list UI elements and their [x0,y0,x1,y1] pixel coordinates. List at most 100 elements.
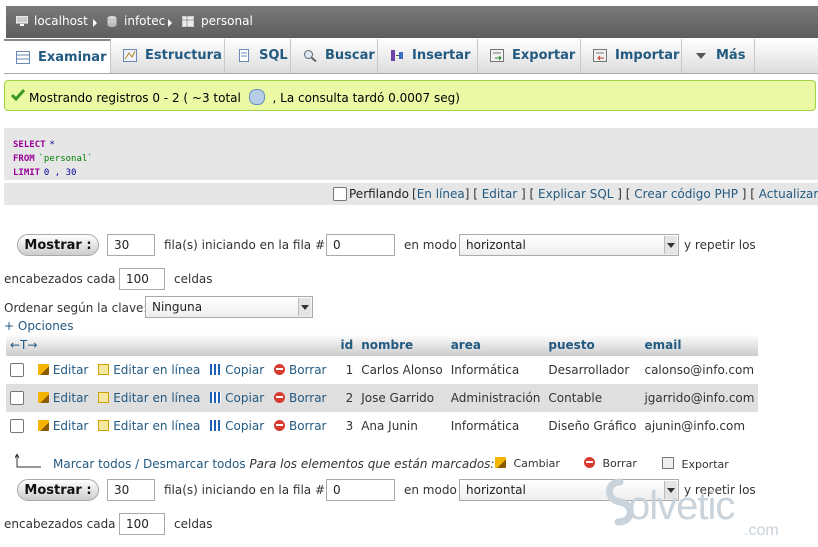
bulk-delete-button[interactable]: Borrar [584,457,637,470]
column-header-id[interactable]: id [336,334,358,356]
link-inline[interactable]: En línea [417,187,465,201]
headers-every-input-bottom[interactable]: 100 [119,513,165,535]
cell-nombre[interactable]: Ana Junin [357,412,447,440]
column-header-puesto[interactable]: puesto [544,334,641,356]
cell-puesto[interactable]: Diseño Gráfico [544,412,641,440]
cell-id[interactable]: 3 [336,412,358,440]
cell-email[interactable]: calonso@info.com [640,356,759,384]
cells-label: celdas [174,272,213,286]
show-button[interactable]: Mostrar : [17,234,99,256]
column-header-area[interactable]: area [446,334,545,356]
mode-select[interactable]: horizontal [459,234,679,256]
help-icon[interactable] [248,89,265,105]
cell-puesto[interactable]: Desarrollador [544,356,641,384]
cell-id[interactable]: 1 [336,356,358,384]
delete-action[interactable]: Borrar [273,391,327,405]
rows-label-bottom: fila(s) iniciando en la fila # [164,483,326,497]
column-header-email[interactable]: email [640,334,759,356]
copy-action[interactable]: Copiar [210,419,264,433]
edit-inline-icon [98,363,110,375]
cell-area[interactable]: Informática [446,356,545,384]
tab-estructura[interactable]: Estructura [111,39,225,73]
cell-id[interactable]: 2 [336,384,358,412]
options-link[interactable]: + Opciones [4,319,73,333]
cell-email[interactable]: jgarrido@info.com [640,384,759,412]
solvetic-watermark-logo: olvetic .com [598,472,798,544]
dropdown-arrow-icon [664,236,677,254]
headers-every-input[interactable]: 100 [119,268,165,290]
sort-key-select[interactable]: Ninguna [145,296,313,318]
edit-action[interactable]: Editar [37,391,88,405]
link-create-php[interactable]: Crear código PHP [634,187,738,201]
column-header-nombre[interactable]: nombre [357,334,447,356]
link-edit[interactable]: Editar [482,187,518,201]
copy-action[interactable]: Copiar [210,391,264,405]
delete-action[interactable]: Borrar [273,419,327,433]
breadcrumb-server[interactable]: localhost [34,14,88,28]
edit-action[interactable]: Editar [37,419,88,433]
rows-count-input[interactable]: 30 [107,234,155,256]
delete-action[interactable]: Borrar [273,363,327,377]
bulk-change-button[interactable]: Cambiar [495,457,560,470]
mode-label-bottom: en modo [404,483,457,497]
link-refresh[interactable]: Actualizar [759,187,818,201]
table-row: Editar Editar en línea Copiar Borrar 2 J… [6,384,759,412]
expand-columns-icon[interactable]: ←T→ [10,338,37,352]
table-row: Editar Editar en línea Copiar Borrar 3 A… [6,412,759,440]
edit-inline-action[interactable]: Editar en línea [98,391,200,405]
row-checkbox[interactable] [10,391,24,406]
profiling-checkbox[interactable] [333,187,347,201]
column-resize-header[interactable]: ←T→ [6,334,337,356]
rows-label: fila(s) iniciando en la fila # [164,238,326,252]
edit-inline-action[interactable]: Editar en línea [98,363,200,377]
profiling-label: Perfilando [349,187,409,201]
delete-icon [273,391,285,403]
tab-examinar[interactable]: Examinar [4,39,111,73]
edit-action[interactable]: Editar [37,363,88,377]
tab-mas[interactable]: Más [682,39,755,73]
pencil-icon [37,419,49,431]
row-checkbox[interactable] [10,419,24,434]
success-check-icon [10,88,26,104]
row-checkbox[interactable] [10,363,24,378]
tab-insertar[interactable]: Insertar [378,39,478,73]
cell-nombre[interactable]: Jose Garrido [357,384,447,412]
edit-inline-action[interactable]: Editar en línea [98,419,200,433]
breadcrumb-database[interactable]: infotec [124,14,165,28]
cell-nombre[interactable]: Carlos Alonso [357,356,447,384]
pencil-icon [37,391,49,403]
success-message: Mostrando registros 0 - 2 ( ~3 total , L… [4,80,816,111]
show-button-bottom[interactable]: Mostrar : [17,479,99,501]
tab-importar[interactable]: Importar [581,39,682,73]
tab-exportar[interactable]: Exportar [478,39,581,73]
sql-query: SELECT * FROM `personal` LIMIT 0 , 30 [13,140,93,178]
bulk-separator: / [135,457,140,471]
cell-email[interactable]: ajunin@info.com [640,412,759,440]
start-row-input-bottom[interactable]: 0 [326,479,395,501]
insert-icon [390,49,404,62]
tab-buscar[interactable]: Buscar [291,39,378,73]
copy-icon [210,391,222,403]
rows-count-input-bottom[interactable]: 30 [107,479,155,501]
table-icon [182,16,194,27]
start-row-input[interactable]: 0 [326,234,395,256]
bulk-export-button[interactable]: Exportar [662,457,729,471]
cell-area[interactable]: Informática [446,412,545,440]
cell-area[interactable]: Administración [446,384,545,412]
link-explain-sql[interactable]: Explicar SQL [538,187,613,201]
uncheck-all-link[interactable]: Desmarcar todos [143,457,246,471]
results-table: ←T→ id nombre area puesto email Editar E… [6,334,759,440]
for-marked-label: Para los elementos que están marcados: [249,457,495,471]
delete-icon [273,419,285,431]
copy-icon [210,419,222,431]
cell-puesto[interactable]: Contable [544,384,641,412]
breadcrumb-table[interactable]: personal [201,14,253,28]
copy-action[interactable]: Copiar [210,363,264,377]
mode-label: en modo [404,238,457,252]
sql-tools-bar: Perfilando [En línea] [ Editar ] [ Expli… [4,183,818,205]
tab-sql[interactable]: SQL [225,39,291,73]
dropdown-arrow-icon [298,298,311,316]
check-all-link[interactable]: Marcar todos [53,457,131,471]
sql-query-box: SELECT * FROM `personal` LIMIT 0 , 30 [4,128,818,180]
search-icon [303,49,317,63]
